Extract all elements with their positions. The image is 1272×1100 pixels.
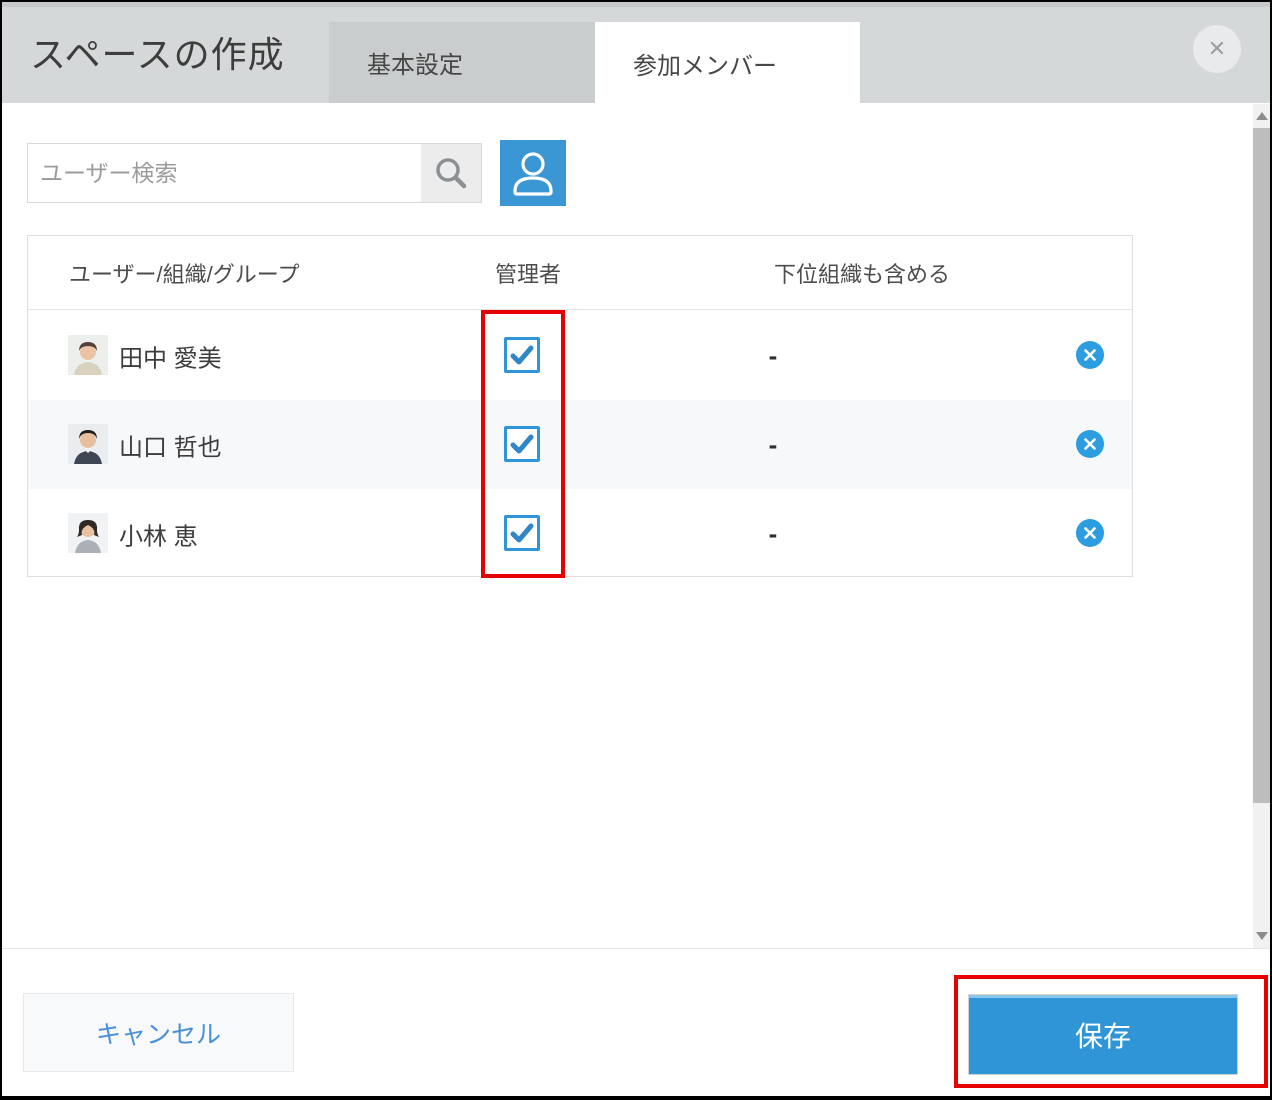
- search-button[interactable]: [421, 144, 481, 202]
- check-icon: [507, 518, 537, 548]
- admin-checkbox-kobayashi[interactable]: [504, 515, 540, 551]
- avatar-yamaguchi: [68, 424, 108, 464]
- save-button-label: 保存: [1075, 1015, 1131, 1055]
- table-row-kobayashi: 小林 恵 -: [28, 489, 1132, 578]
- remove-x-icon: [1084, 349, 1096, 361]
- members-table: ユーザー/組織/グループ 管理者 下位組織も含める 田中 愛美 -: [27, 235, 1133, 577]
- remove-x-icon: [1084, 438, 1096, 450]
- avatar-kobayashi: [68, 513, 108, 553]
- suborg-dash: -: [769, 429, 778, 460]
- scrollbar-thumb[interactable]: [1253, 128, 1270, 803]
- members-table-header: ユーザー/組織/グループ 管理者 下位組織も含める: [28, 236, 1132, 310]
- close-icon: ✕: [1208, 38, 1226, 60]
- dialog-header: スペースの作成 基本設定 参加メンバー ✕: [0, 0, 1272, 103]
- column-header-suborg: 下位組織も含める: [774, 257, 950, 289]
- scroll-down-icon: [1256, 932, 1268, 940]
- search-input[interactable]: [28, 144, 421, 202]
- check-icon: [507, 340, 537, 370]
- check-icon: [507, 429, 537, 459]
- table-row-yamaguchi: 山口 哲也 -: [28, 400, 1132, 489]
- avatar-tanaka: [68, 335, 108, 375]
- dialog-footer: キャンセル 保存: [0, 948, 1272, 1100]
- admin-checkbox-yamaguchi[interactable]: [504, 426, 540, 462]
- tab-members[interactable]: 参加メンバー: [595, 22, 860, 105]
- close-button[interactable]: ✕: [1193, 25, 1241, 73]
- tab-basic-settings[interactable]: 基本設定: [329, 22, 595, 103]
- select-user-button[interactable]: [500, 140, 566, 206]
- user-search-box: [27, 143, 482, 203]
- tab-members-label: 参加メンバー: [633, 46, 777, 81]
- remove-member-button-tanaka[interactable]: [1076, 341, 1104, 369]
- table-row-tanaka: 田中 愛美 -: [28, 311, 1132, 400]
- admin-checkbox-tanaka[interactable]: [504, 337, 540, 373]
- scroll-up-icon: [1256, 112, 1268, 120]
- remove-member-button-kobayashi[interactable]: [1076, 519, 1104, 547]
- user-icon: [510, 149, 556, 197]
- column-header-user: ユーザー/組織/グループ: [69, 257, 299, 289]
- cancel-button[interactable]: キャンセル: [23, 993, 294, 1072]
- remove-x-icon: [1084, 527, 1096, 539]
- member-name: 山口 哲也: [119, 427, 222, 462]
- cancel-button-label: キャンセル: [96, 1015, 221, 1051]
- suborg-dash: -: [769, 340, 778, 371]
- remove-member-button-yamaguchi[interactable]: [1076, 430, 1104, 458]
- member-name: 小林 恵: [119, 516, 198, 551]
- tab-basic-settings-label: 基本設定: [367, 45, 463, 80]
- scrollbar-down-button[interactable]: [1253, 924, 1270, 948]
- suborg-dash: -: [769, 518, 778, 549]
- scrollbar-up-button[interactable]: [1253, 104, 1270, 128]
- vertical-scrollbar: [1253, 104, 1270, 948]
- search-icon: [433, 155, 469, 191]
- page-title: スペースの作成: [30, 26, 285, 78]
- members-panel: ユーザー/組織/グループ 管理者 下位組織も含める 田中 愛美 -: [0, 103, 1272, 948]
- save-button[interactable]: 保存: [968, 994, 1238, 1075]
- column-header-admin: 管理者: [495, 257, 561, 289]
- member-name: 田中 愛美: [119, 338, 222, 373]
